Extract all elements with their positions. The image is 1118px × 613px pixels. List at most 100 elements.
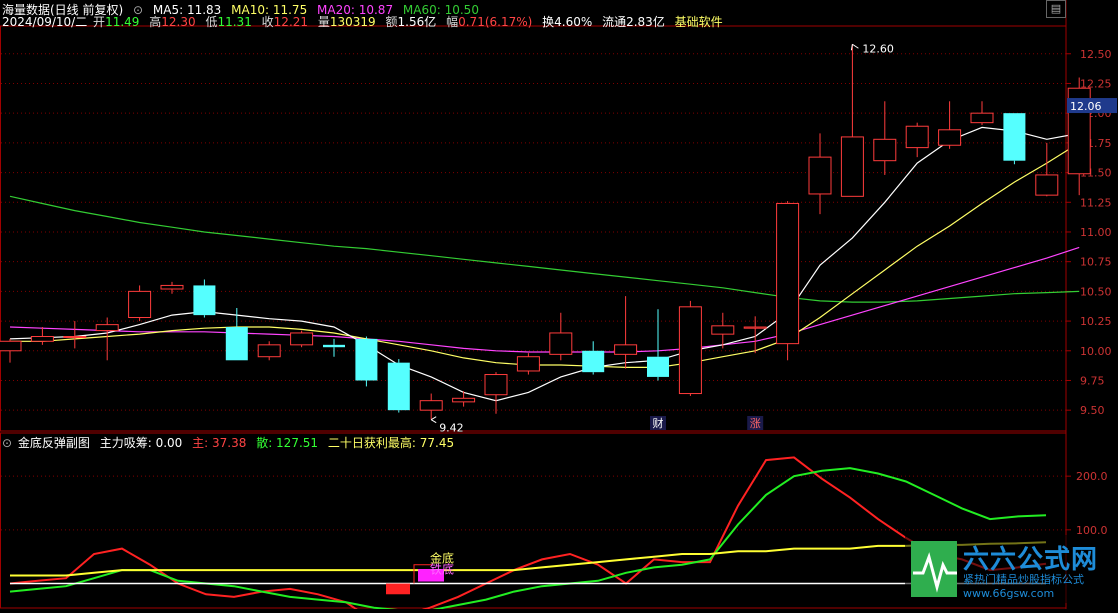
candle-body	[452, 397, 476, 403]
candle-body	[419, 400, 443, 411]
candle-body	[290, 332, 314, 346]
price-tick-label: 9.50	[1080, 404, 1105, 417]
candle	[516, 353, 540, 375]
price-tick-label: 12.50	[1080, 48, 1112, 61]
candle	[290, 330, 314, 348]
candle	[95, 317, 119, 361]
open-label: 开	[93, 15, 106, 29]
watermark-slogan: 紧热门精品炒股指标公式	[963, 573, 1084, 586]
price-tick-label: 10.75	[1080, 256, 1112, 269]
sub-chart-title: 金底反弹副图	[17, 436, 90, 450]
profit20-value: 二十日获利最高: 77.45	[327, 436, 455, 450]
event-marker: 财	[650, 416, 666, 430]
candle	[63, 321, 87, 349]
candle-body	[873, 138, 897, 162]
candle-body	[387, 362, 410, 411]
candle	[452, 391, 476, 407]
change-label: 幅	[446, 15, 459, 29]
candle	[323, 338, 345, 357]
candle-body	[225, 327, 248, 361]
signal-silver-box	[386, 583, 410, 595]
ma10-line	[10, 142, 1080, 368]
candle	[549, 312, 573, 361]
change-value: 0.71(6.17%)	[458, 15, 533, 29]
chart-svg[interactable]: 9.50 9.75 10.00 10.25 10.50 10.75 11.00 11.25 11…	[0, 0, 1118, 613]
candle-body	[582, 350, 605, 373]
turnover-value: 换4.60%	[542, 15, 593, 29]
candle-body	[193, 285, 216, 316]
candle	[0, 338, 22, 363]
candle-body	[970, 112, 994, 124]
high-label: 高	[149, 15, 162, 29]
price-tick-label: 10.00	[1080, 345, 1112, 358]
volume-value: 130319	[329, 15, 376, 29]
watermark-logo: 六六公式网 紧热门精品炒股指标公式 www.66gsw.com	[905, 535, 1110, 603]
main-header-line2: 2024/09/10/二 开11.49 高12.30 低11.31 收12.21…	[2, 13, 729, 30]
candle-body	[678, 306, 702, 395]
candle-body	[484, 374, 508, 396]
candle	[160, 281, 184, 294]
low-value: 11.31	[217, 15, 252, 29]
event-marker-label: 涨	[750, 417, 761, 430]
bar-date: 2024/09/10/二	[2, 15, 88, 29]
candle-body	[63, 336, 87, 339]
retail-line	[9, 467, 1047, 612]
current-price-label: 12.06	[1070, 100, 1102, 113]
signal-iron-label: 铁底	[430, 561, 454, 576]
watermark-emblem-icon	[911, 541, 957, 597]
panel-menu-button[interactable]: ▤	[1046, 0, 1066, 18]
candle	[128, 285, 152, 322]
high-marker-label: 12.60	[862, 42, 894, 55]
price-tick-label: 9.75	[1080, 374, 1105, 387]
price-tick-label: 11.25	[1080, 196, 1112, 209]
candle-body	[128, 290, 152, 319]
main-force-line	[9, 456, 1047, 613]
candle-body	[355, 338, 378, 381]
signal-silver-bottom: 银底	[386, 583, 419, 613]
candle-body	[257, 344, 281, 358]
candle	[647, 309, 669, 381]
candle	[873, 101, 897, 175]
low-label: 低	[205, 15, 218, 29]
candle-body	[938, 129, 962, 146]
candle-body	[711, 325, 735, 335]
price-tick-label: 10.25	[1080, 315, 1112, 328]
event-marker: 涨	[747, 416, 764, 430]
candle-body	[160, 284, 184, 290]
sector-name: 基础软件	[674, 15, 723, 29]
candle-body	[95, 324, 119, 332]
candle	[257, 341, 281, 361]
candle-body	[614, 344, 638, 355]
candle	[484, 372, 508, 414]
candle	[582, 341, 605, 375]
candle-body	[1003, 113, 1026, 161]
candle	[1035, 142, 1059, 197]
event-marker-label: 财	[653, 416, 664, 430]
candle	[808, 133, 832, 215]
volume-label: 量	[317, 15, 330, 29]
ma5-line	[9, 126, 1080, 402]
candle	[776, 201, 800, 361]
candle	[1003, 113, 1026, 165]
candle-body	[516, 356, 540, 372]
price-tick-label: 11.00	[1080, 226, 1112, 239]
open-value: 11.49	[105, 15, 140, 29]
candle-body	[0, 340, 22, 352]
candle	[355, 336, 378, 387]
sub-header: ⊙ 金底反弹副图 主力吸筹: 0.00 主: 37.38 散: 127.51 二…	[2, 434, 460, 451]
candle	[938, 101, 962, 149]
watermark-url: www.66gsw.com	[963, 587, 1055, 600]
stock-chart[interactable]: 9.50 9.75 10.00 10.25 10.50 10.75 11.00 11.25 11…	[0, 0, 1118, 613]
main-absorb-value: 主力吸筹: 0.00	[99, 436, 183, 450]
close-label: 收	[261, 15, 274, 29]
candle	[678, 300, 702, 396]
candle	[419, 393, 443, 420]
candle-body	[647, 356, 669, 377]
candle-body	[840, 136, 864, 197]
candle-body	[30, 336, 54, 342]
candle	[840, 44, 864, 197]
sub-toggle-icon[interactable]: ⊙	[2, 436, 12, 450]
candle	[970, 101, 994, 126]
candle	[30, 327, 54, 345]
candle-body	[549, 332, 573, 355]
